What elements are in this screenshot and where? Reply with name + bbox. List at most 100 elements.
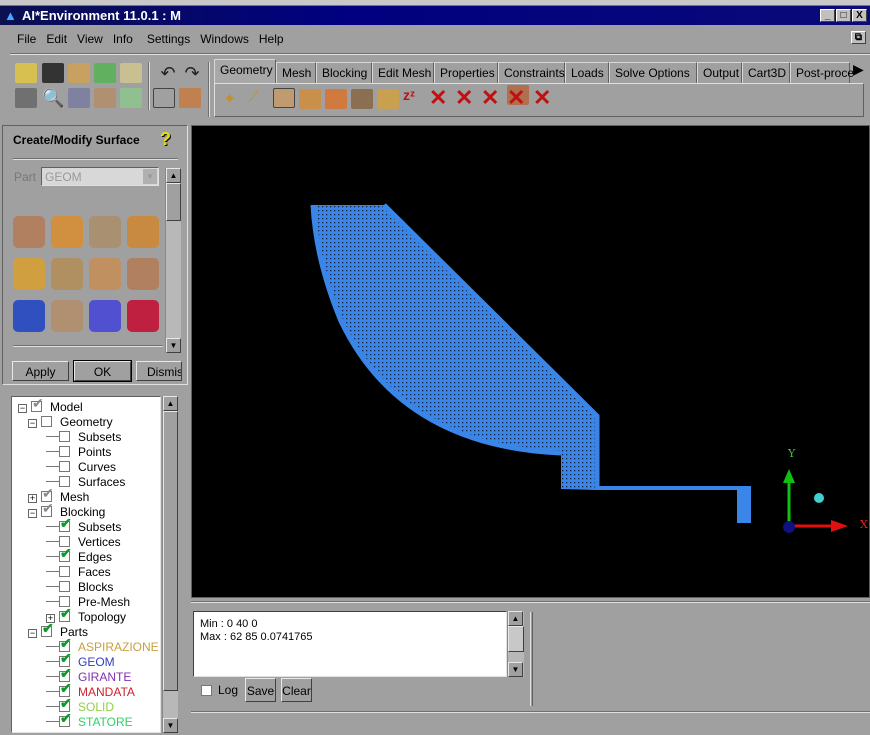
sweep-icon[interactable]: [89, 216, 121, 248]
open-project-icon[interactable]: [15, 63, 37, 83]
refresh-icon[interactable]: [120, 88, 142, 108]
scroll-up-icon[interactable]: ▲: [166, 168, 181, 183]
restore-geometry-icon[interactable]: [377, 89, 399, 109]
visibility-checkbox[interactable]: [59, 581, 70, 592]
restore-child-button[interactable]: ⧉: [851, 31, 866, 44]
create-body-icon[interactable]: [299, 89, 321, 109]
menu-help[interactable]: Help: [255, 28, 290, 46]
create-curve-icon[interactable]: ⟋: [248, 89, 270, 109]
scroll-down-icon[interactable]: ▼: [163, 718, 178, 733]
open-blocking-icon[interactable]: [120, 63, 142, 83]
tab-loads[interactable]: Loads: [565, 62, 609, 83]
log-checkbox[interactable]: [201, 685, 212, 696]
tab-cart3d[interactable]: Cart3D: [742, 62, 790, 83]
tab-solve-options[interactable]: Solve Options: [609, 62, 697, 83]
convert-facets-icon[interactable]: [89, 300, 121, 332]
visibility-checkbox[interactable]: [59, 461, 70, 472]
visibility-checkbox[interactable]: [59, 711, 72, 727]
tree-item[interactable]: Pre-Mesh: [46, 595, 130, 610]
create-point-icon[interactable]: ✦: [223, 89, 245, 109]
create-surface-icon[interactable]: [273, 88, 295, 108]
menu-windows[interactable]: Windows: [196, 28, 255, 46]
menu-info[interactable]: Info: [109, 28, 139, 46]
tree-scrollbar[interactable]: ▲ ▼: [162, 396, 178, 733]
extend-icon[interactable]: [13, 300, 45, 332]
delete-point-icon[interactable]: ✕: [429, 85, 451, 110]
visibility-checkbox[interactable]: [41, 621, 54, 637]
visibility-checkbox[interactable]: [59, 446, 70, 457]
apply-button[interactable]: Apply: [12, 361, 69, 381]
from-curves-icon[interactable]: [13, 216, 45, 248]
solid-shading-icon[interactable]: [179, 88, 201, 108]
tab-blocking[interactable]: Blocking: [316, 62, 372, 83]
collapse-icon[interactable]: −: [28, 509, 37, 518]
tree-item[interactable]: GEOM: [46, 651, 115, 670]
delete-surface-icon[interactable]: ✕: [481, 85, 503, 110]
wireframe-icon[interactable]: [153, 88, 175, 108]
clear-button[interactable]: Clear: [281, 678, 312, 702]
tree-item[interactable]: Faces: [46, 565, 111, 580]
tree-item[interactable]: Vertices: [46, 535, 121, 550]
save-button[interactable]: Save: [245, 678, 276, 702]
tab-constraints[interactable]: Constraints: [498, 62, 565, 83]
midsurface-icon[interactable]: [51, 258, 83, 290]
tree-item[interactable]: Edges: [46, 546, 112, 565]
tree-item[interactable]: Points: [46, 445, 111, 460]
visibility-checkbox[interactable]: [31, 396, 44, 412]
visibility-checkbox[interactable]: [59, 606, 72, 622]
redo-icon[interactable]: ↷: [181, 63, 203, 83]
collapse-icon[interactable]: −: [18, 404, 27, 413]
tab-output[interactable]: Output: [697, 62, 742, 83]
measure-icon[interactable]: [68, 88, 90, 108]
scroll-down-icon[interactable]: ▼: [166, 338, 181, 353]
menu-edit[interactable]: Edit: [42, 28, 73, 46]
collapse-icon[interactable]: −: [28, 419, 37, 428]
collapse-icon[interactable]: −: [28, 629, 37, 638]
segment-trim-icon[interactable]: [89, 258, 121, 290]
scroll-down-icon[interactable]: ▼: [508, 662, 523, 677]
visibility-checkbox[interactable]: [59, 476, 70, 487]
menu-settings[interactable]: Settings: [139, 28, 196, 46]
menu-file[interactable]: File: [0, 28, 42, 46]
offset-icon[interactable]: [13, 258, 45, 290]
tree-item[interactable]: − Model: [18, 396, 83, 415]
tab-post-proce[interactable]: Post-proce: [790, 62, 854, 83]
tab-geometry[interactable]: Geometry: [214, 59, 276, 83]
visibility-checkbox[interactable]: [41, 501, 54, 517]
standard-shapes-icon[interactable]: [127, 300, 159, 332]
delete-any-entity-icon[interactable]: ✕: [533, 85, 555, 110]
tab-scroll-right-icon[interactable]: ▶: [853, 61, 865, 82]
scroll-thumb[interactable]: [166, 183, 181, 221]
zoom-icon[interactable]: 🔍: [42, 88, 64, 108]
tree-item[interactable]: Surfaces: [46, 475, 125, 490]
delete-curve-icon[interactable]: ✕: [455, 85, 477, 110]
scroll-thumb[interactable]: [508, 626, 524, 652]
scroll-thumb[interactable]: [163, 411, 178, 691]
tree-item[interactable]: SOLID: [46, 696, 114, 715]
visibility-checkbox[interactable]: [59, 546, 72, 562]
tab-mesh[interactable]: Mesh: [276, 62, 316, 83]
part-dropdown[interactable]: GEOM ▼: [41, 167, 159, 186]
close-button[interactable]: X: [852, 9, 867, 22]
menu-view[interactable]: View: [73, 28, 109, 46]
tab-edit-mesh[interactable]: Edit Mesh: [372, 62, 434, 83]
tree-item[interactable]: − Geometry: [28, 415, 113, 430]
transform-geometry-icon[interactable]: [351, 89, 373, 109]
message-log[interactable]: Min : 0 40 0 Max : 62 85 0.0741765: [193, 611, 507, 677]
geometry-simplification-icon[interactable]: [51, 300, 83, 332]
visibility-checkbox[interactable]: [59, 431, 70, 442]
open-geometry-icon[interactable]: [68, 63, 90, 83]
tab-properties[interactable]: Properties: [434, 62, 498, 83]
tree-item[interactable]: Blocks: [46, 580, 113, 595]
open-mesh-icon[interactable]: [94, 63, 116, 83]
tree-item[interactable]: −Parts: [28, 621, 88, 640]
scroll-up-icon[interactable]: ▲: [163, 396, 178, 411]
message-scrollbar[interactable]: ▲ ▼: [507, 611, 524, 677]
visibility-checkbox[interactable]: [41, 416, 52, 427]
tree-item[interactable]: Subsets: [46, 516, 121, 535]
maximize-button[interactable]: □: [836, 9, 851, 22]
minimize-button[interactable]: _: [820, 9, 835, 22]
tree-item[interactable]: Curves: [46, 460, 116, 475]
graphics-viewport[interactable]: Y X: [191, 125, 870, 598]
tree-item[interactable]: STATORE: [46, 711, 133, 730]
